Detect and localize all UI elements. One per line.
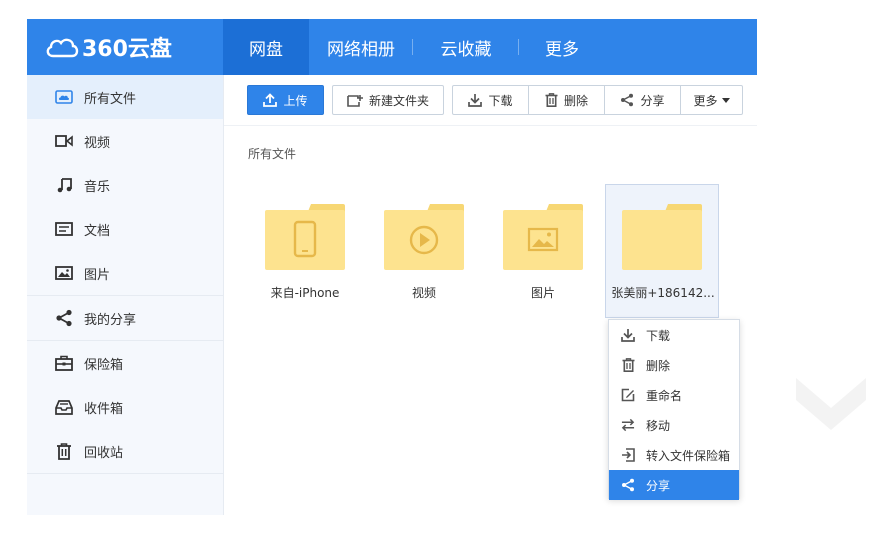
top-nav: 网盘 网络相册 云收藏 更多 (223, 19, 605, 75)
download-icon (468, 94, 483, 107)
menu-item-label: 下载 (646, 328, 671, 343)
nav-item-favorites-label: 云收藏 (440, 39, 492, 60)
sidebar-item-label: 所有文件 (84, 91, 137, 107)
sidebar-item-video[interactable]: 视频 (27, 119, 223, 163)
cloud-folder-icon (54, 87, 74, 107)
sidebar-item-label: 音乐 (84, 179, 111, 195)
download-button[interactable]: 下载 (452, 85, 529, 115)
nav-item-netdisk[interactable]: 网盘 (223, 19, 309, 75)
sidebar-item-label: 图片 (84, 267, 111, 283)
edit-icon (621, 388, 635, 402)
trash-icon (54, 441, 74, 461)
sidebar-item-all-files[interactable]: 所有文件 (27, 75, 223, 119)
logo-text: 360云盘 (82, 37, 172, 62)
cloud-logo-icon (46, 38, 79, 58)
breadcrumb[interactable]: 所有文件 (248, 145, 296, 162)
video-icon (54, 131, 74, 151)
logo[interactable]: 360云盘 (27, 19, 223, 75)
menu-item-label: 重命名 (646, 388, 683, 403)
menu-item-label: 分享 (646, 478, 671, 493)
share-icon (621, 478, 635, 492)
caret-down-icon (721, 97, 730, 103)
music-icon (54, 175, 74, 195)
context-menu: 下载 删除 重命名 移动 转入文件保险箱 分享 (608, 319, 740, 500)
download-button-label: 下载 (488, 93, 513, 108)
sidebar-item-safe[interactable]: 保险箱 (27, 341, 223, 385)
folder-icon (384, 204, 464, 270)
menu-item-delete[interactable]: 删除 (609, 350, 739, 380)
folder-icon (503, 204, 583, 270)
inbox-icon (54, 397, 74, 417)
folder-item[interactable]: 来自-iPhone (248, 184, 362, 318)
nav-item-album[interactable]: 网络相册 (309, 19, 413, 75)
menu-item-label: 移动 (646, 418, 671, 433)
more-button-label: 更多 (693, 93, 718, 108)
nav-item-more[interactable]: 更多 (519, 19, 605, 75)
folder-name: 来自-iPhone (270, 286, 340, 300)
delete-button-label: 删除 (563, 93, 588, 108)
folder-name: 张美丽+186142... (611, 286, 715, 300)
upload-icon (263, 93, 278, 107)
trash-icon (621, 358, 635, 372)
chevron-down-icon (796, 378, 866, 430)
image-icon (54, 263, 74, 283)
sidebar-item-label: 文档 (84, 223, 111, 239)
menu-item-rename[interactable]: 重命名 (609, 380, 739, 410)
safe-icon (54, 353, 74, 373)
menu-item-download[interactable]: 下载 (609, 320, 739, 350)
sidebar-item-label: 收件箱 (84, 401, 124, 417)
menu-item-label: 删除 (646, 358, 671, 373)
sidebar-item-images[interactable]: 图片 (27, 251, 223, 295)
share-button-label: 分享 (640, 93, 665, 108)
folder-item-selected[interactable]: 张美丽+186142... (605, 184, 719, 318)
folder-item[interactable]: 图片 (486, 184, 600, 318)
top-bar: 360云盘 网盘 网络相册 云收藏 更多 (27, 19, 757, 75)
upload-button[interactable]: 上传 (247, 85, 324, 115)
menu-item-share[interactable]: 分享 (609, 470, 739, 500)
sidebar-item-label: 回收站 (84, 445, 124, 461)
delete-button[interactable]: 删除 (528, 85, 605, 115)
trash-icon (545, 93, 558, 107)
folder-icon (622, 204, 702, 270)
move-icon (621, 418, 635, 432)
share-icon (54, 308, 74, 328)
sidebar-item-documents[interactable]: 文档 (27, 207, 223, 251)
sidebar-item-label: 我的分享 (84, 312, 137, 328)
new-folder-icon (347, 94, 363, 107)
download-icon (621, 328, 635, 342)
more-dropdown-button[interactable]: 更多 (680, 85, 743, 115)
new-folder-button-label: 新建文件夹 (368, 93, 429, 108)
folder-icon (265, 204, 345, 270)
menu-item-label: 转入文件保险箱 (646, 448, 731, 463)
safe-transfer-icon (621, 448, 635, 462)
folder-name: 图片 (530, 286, 555, 300)
sidebar-item-label: 保险箱 (84, 357, 124, 373)
toolbar: 上传 新建文件夹 下载 删除 分享 更多 (224, 75, 757, 126)
menu-item-move[interactable]: 移动 (609, 410, 739, 440)
sidebar-item-recycle-bin[interactable]: 回收站 (27, 429, 223, 473)
share-button[interactable]: 分享 (604, 85, 681, 115)
sidebar-item-music[interactable]: 音乐 (27, 163, 223, 207)
folder-item[interactable]: 视频 (367, 184, 481, 318)
sidebar-item-label: 视频 (84, 135, 111, 151)
document-icon (54, 219, 74, 239)
share-icon (621, 93, 634, 107)
folder-name: 视频 (411, 286, 436, 300)
new-folder-button[interactable]: 新建文件夹 (332, 85, 444, 115)
sidebar: 所有文件 视频 音乐 文档 图片 我的分享 保险箱 收件箱 回收站 (27, 75, 224, 515)
sidebar-divider (27, 473, 223, 474)
menu-item-move-to-safe[interactable]: 转入文件保险箱 (609, 440, 739, 470)
nav-item-favorites[interactable]: 云收藏 (413, 19, 519, 75)
sidebar-item-inbox[interactable]: 收件箱 (27, 385, 223, 429)
upload-button-label: 上传 (283, 93, 308, 108)
sidebar-item-my-shares[interactable]: 我的分享 (27, 296, 223, 340)
nav-item-album-label: 网络相册 (327, 39, 395, 60)
